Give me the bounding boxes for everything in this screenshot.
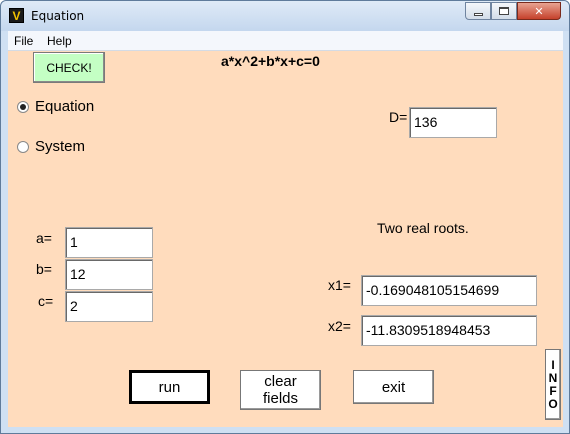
- minimize-icon: [473, 12, 483, 16]
- discriminant-field[interactable]: 136: [409, 107, 497, 138]
- radio-equation-label: Equation: [35, 98, 95, 115]
- info-button[interactable]: I N F O: [545, 349, 561, 420]
- info-letter: F: [549, 383, 557, 398]
- radio-system[interactable]: System: [17, 138, 85, 155]
- clear-fields-label-line2: fields: [262, 390, 299, 407]
- equation-formula: a*x^2+b*x+c=0: [221, 53, 320, 69]
- discriminant-label: D=: [389, 109, 408, 125]
- close-button[interactable]: ✕: [517, 2, 561, 20]
- radio-unchecked-icon: [17, 140, 29, 153]
- menu-help[interactable]: Help: [47, 34, 72, 48]
- menu-bar: File Help: [8, 31, 563, 51]
- radio-checked-icon: [17, 100, 29, 113]
- radio-equation[interactable]: Equation: [17, 98, 94, 115]
- radio-system-label: System: [35, 138, 86, 155]
- close-icon: ✕: [534, 5, 544, 18]
- info-letter: N: [548, 370, 558, 385]
- result-message: Two real roots.: [377, 220, 469, 236]
- clear-fields-label-line1: clear: [264, 373, 297, 390]
- run-button[interactable]: run: [129, 370, 210, 404]
- app-window: V Equation ✕ File Help CHECK! a*x^2+b*x+…: [0, 0, 570, 434]
- maximize-icon: [499, 7, 509, 15]
- x1-output[interactable]: -0.169048105154699: [361, 275, 537, 306]
- x2-label: x2=: [328, 318, 351, 334]
- x1-label: x1=: [328, 277, 351, 293]
- c-label: c=: [38, 293, 54, 309]
- x2-output[interactable]: -11.8309518948453: [361, 315, 537, 346]
- main-panel: CHECK! a*x^2+b*x+c=0 Equation System D= …: [8, 51, 563, 427]
- clear-fields-button[interactable]: clear fields: [240, 370, 321, 410]
- b-input[interactable]: 12: [65, 259, 153, 290]
- info-letter: O: [548, 396, 558, 411]
- a-input[interactable]: 1: [65, 227, 153, 258]
- check-button[interactable]: CHECK!: [33, 52, 105, 83]
- exit-button[interactable]: exit: [353, 370, 434, 404]
- maximize-button[interactable]: [491, 2, 517, 20]
- c-input[interactable]: 2: [65, 291, 153, 322]
- menu-file[interactable]: File: [14, 34, 33, 48]
- a-label: a=: [36, 230, 52, 246]
- title-bar[interactable]: V Equation ✕: [1, 1, 569, 31]
- b-label: b=: [36, 261, 52, 277]
- minimize-button[interactable]: [465, 2, 491, 20]
- app-logo-icon: V: [9, 8, 24, 23]
- window-title: Equation: [31, 9, 85, 23]
- caption-buttons: ✕: [465, 2, 561, 20]
- info-letter: I: [551, 357, 555, 372]
